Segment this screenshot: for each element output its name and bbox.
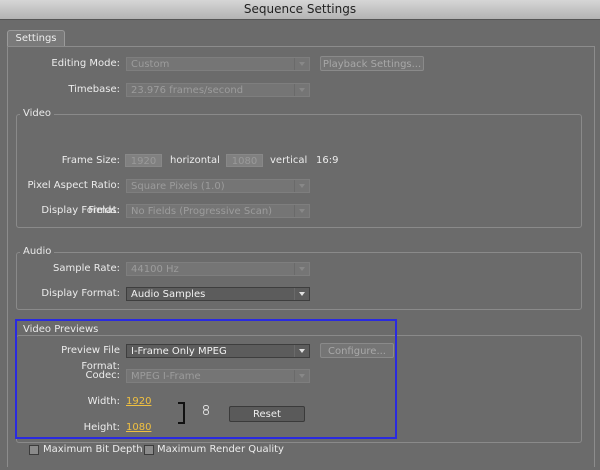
fields-select[interactable]: No Fields (Progressive Scan): [126, 204, 310, 218]
tab-settings[interactable]: Settings: [7, 30, 65, 47]
audio-group-label: Audio: [20, 246, 55, 257]
chevron-down-icon: [294, 180, 309, 192]
frame-size-label: Frame Size:: [61, 155, 120, 166]
video-previews-highlight: [15, 319, 397, 439]
max-render-quality-checkbox[interactable]: [144, 445, 154, 455]
sample-rate-select[interactable]: 44100 Hz: [126, 262, 310, 276]
vertical-label: vertical: [270, 155, 308, 166]
editing-mode-label: Editing Mode:: [51, 58, 120, 69]
video-display-format-label: Display Format:: [41, 205, 120, 216]
pixel-aspect-value: Square Pixels (1.0): [131, 181, 225, 192]
editing-mode-value: Custom: [131, 59, 170, 70]
max-render-quality-label: Maximum Render Quality: [157, 444, 284, 455]
audio-display-format-value: Audio Samples: [131, 289, 206, 300]
horizontal-label: horizontal: [170, 155, 220, 166]
chevron-down-icon: [294, 205, 309, 217]
frame-width-field[interactable]: 1920: [125, 154, 162, 167]
audio-display-format-select[interactable]: Audio Samples: [126, 287, 310, 301]
fields-value: No Fields (Progressive Scan): [131, 206, 273, 217]
pixel-aspect-select[interactable]: Square Pixels (1.0): [126, 179, 310, 193]
chevron-down-icon: [294, 58, 309, 70]
timebase-value: 23.976 frames/second: [131, 85, 244, 96]
chevron-down-icon: [294, 263, 309, 275]
aspect-ratio-text: 16:9: [316, 155, 339, 166]
timebase-select[interactable]: 23.976 frames/second: [126, 83, 310, 97]
pixel-aspect-label: Pixel Aspect Ratio:: [27, 180, 121, 191]
editing-mode-select[interactable]: Custom: [126, 57, 310, 71]
playback-settings-button[interactable]: Playback Settings...: [320, 56, 424, 71]
timebase-label: Timebase:: [68, 84, 120, 95]
max-bit-depth-label: Maximum Bit Depth: [43, 444, 143, 455]
sample-rate-value: 44100 Hz: [131, 264, 179, 275]
chevron-down-icon: [294, 288, 309, 300]
window-title: Sequence Settings: [0, 0, 600, 20]
chevron-down-icon: [294, 84, 309, 96]
frame-height-field[interactable]: 1080: [226, 154, 263, 167]
sample-rate-label: Sample Rate:: [53, 263, 120, 274]
audio-display-format-label: Display Format:: [41, 288, 120, 299]
video-group-label: Video: [20, 108, 55, 119]
max-bit-depth-checkbox[interactable]: [29, 445, 39, 455]
